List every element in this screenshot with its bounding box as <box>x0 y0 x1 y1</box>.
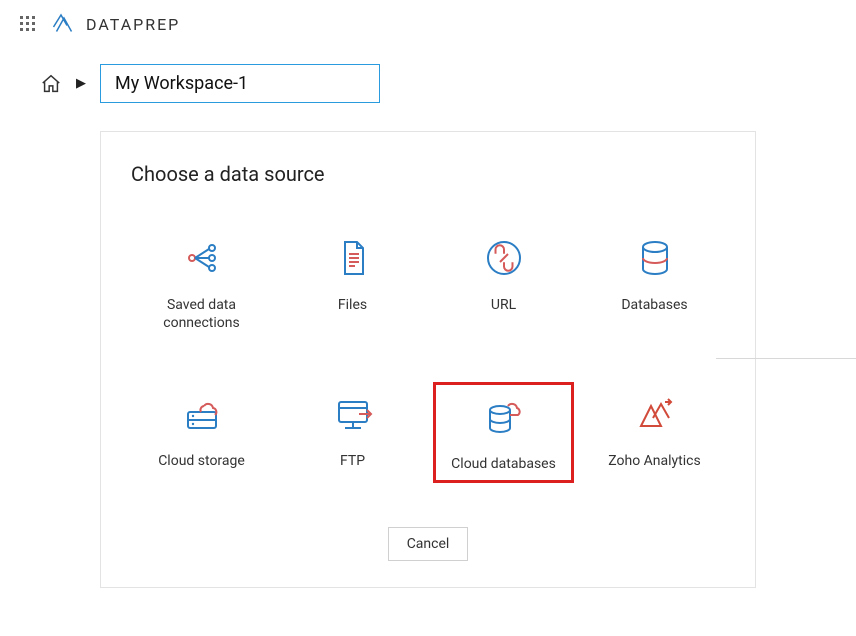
decorative-divider <box>716 358 856 359</box>
cancel-button[interactable]: Cancel <box>388 527 469 561</box>
breadcrumb: ▶ <box>0 48 856 113</box>
apps-grid-icon[interactable] <box>20 16 36 32</box>
brand-logo: DATAPREP <box>52 12 180 36</box>
source-label: Cloud databases <box>451 455 556 473</box>
source-saved-connections[interactable]: Saved data connections <box>131 226 272 338</box>
source-cloud-storage[interactable]: Cloud storage <box>131 382 272 482</box>
files-icon <box>327 232 379 284</box>
source-zoho-analytics[interactable]: Zoho Analytics <box>584 382 725 482</box>
source-ftp[interactable]: FTP <box>282 382 423 482</box>
home-icon[interactable] <box>40 73 62 95</box>
url-icon <box>478 232 530 284</box>
breadcrumb-separator-icon: ▶ <box>76 76 86 91</box>
data-source-panel: Choose a data source Saved data connecti… <box>100 131 756 588</box>
source-label: Files <box>338 296 367 314</box>
cloud-storage-icon <box>176 388 228 440</box>
source-label: FTP <box>340 452 365 470</box>
source-label: Databases <box>621 296 687 314</box>
cloud-databases-icon <box>478 391 530 443</box>
brand-text: DATAPREP <box>86 15 180 34</box>
dataprep-logo-icon <box>52 12 76 36</box>
zoho-analytics-icon <box>629 388 681 440</box>
source-label: Saved data connections <box>133 296 270 332</box>
saved-connections-icon <box>176 232 228 284</box>
source-label: Zoho Analytics <box>608 452 700 470</box>
source-label: Cloud storage <box>158 452 245 470</box>
panel-title: Choose a data source <box>131 162 725 186</box>
workspace-name-input[interactable] <box>100 64 380 103</box>
databases-icon <box>629 232 681 284</box>
source-cloud-databases[interactable]: Cloud databases <box>433 382 574 482</box>
source-label: URL <box>491 296 516 314</box>
source-databases[interactable]: Databases <box>584 226 725 338</box>
source-url[interactable]: URL <box>433 226 574 338</box>
source-files[interactable]: Files <box>282 226 423 338</box>
ftp-icon <box>327 388 379 440</box>
